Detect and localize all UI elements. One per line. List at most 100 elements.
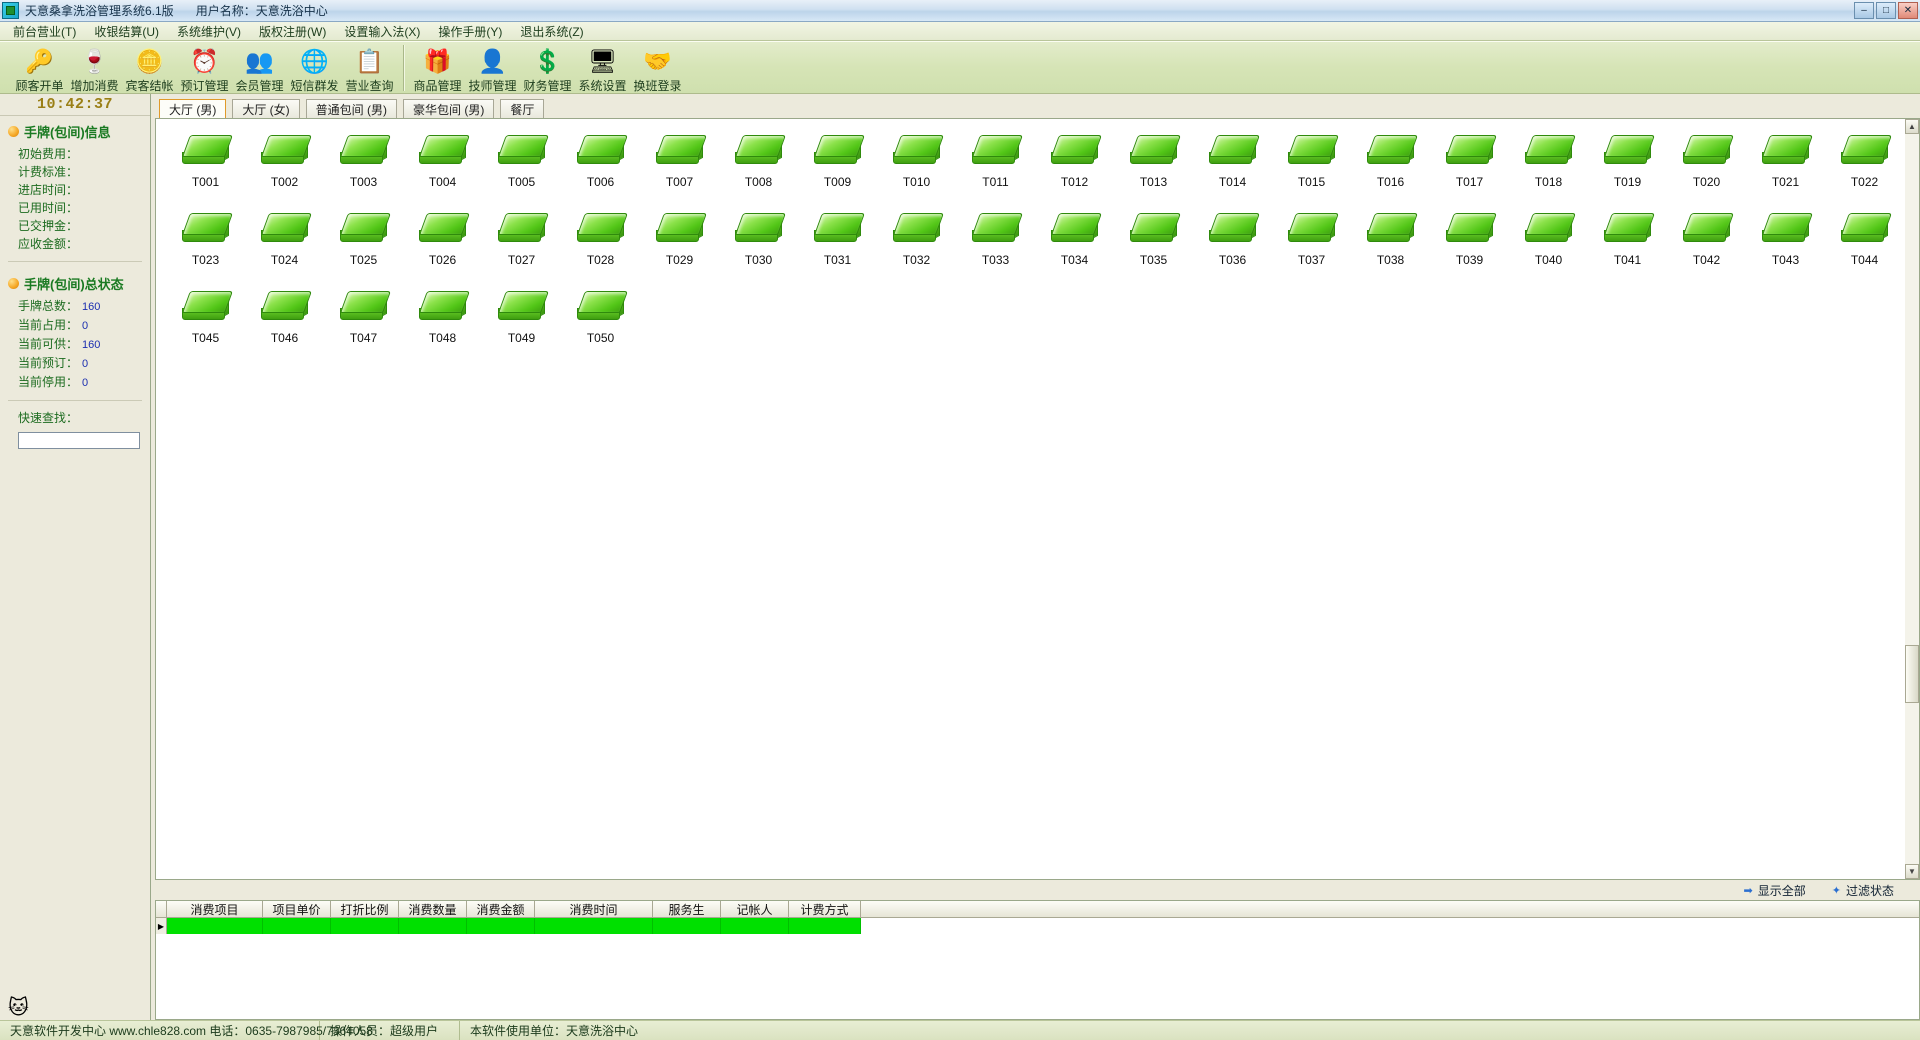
toolbar-button-宾客结帐[interactable]: 🪙宾客结帐 (122, 44, 177, 94)
table-cell[interactable] (789, 918, 861, 934)
room-card[interactable]: T008 (719, 131, 798, 209)
room-card[interactable]: T028 (561, 209, 640, 287)
room-card[interactable]: T022 (1825, 131, 1904, 209)
toolbar-button-换班登录[interactable]: 🤝换班登录 (630, 44, 685, 94)
table-cell[interactable] (399, 918, 467, 934)
room-card[interactable]: T002 (245, 131, 324, 209)
column-header[interactable]: 服务生 (653, 901, 721, 917)
room-card[interactable]: T042 (1667, 209, 1746, 287)
room-card[interactable]: T029 (640, 209, 719, 287)
room-card[interactable]: T025 (324, 209, 403, 287)
room-card[interactable]: T011 (956, 131, 1035, 209)
toolbar-button-商品管理[interactable]: 🎁商品管理 (410, 44, 465, 94)
room-card[interactable]: T045 (166, 287, 245, 365)
table-cell[interactable] (721, 918, 789, 934)
toolbar-button-预订管理[interactable]: ⏰预订管理 (177, 44, 232, 94)
room-card[interactable]: T040 (1509, 209, 1588, 287)
room-card[interactable]: T007 (640, 131, 719, 209)
toolbar-button-技师管理[interactable]: 👤技师管理 (465, 44, 520, 94)
menu-input-method[interactable]: 设置输入法(X) (335, 22, 429, 41)
room-card[interactable]: T012 (1035, 131, 1114, 209)
room-card[interactable]: T015 (1272, 131, 1351, 209)
column-header[interactable]: 消费数量 (399, 901, 467, 917)
room-card[interactable]: T018 (1509, 131, 1588, 209)
tab-0[interactable]: 大厅 (男) (159, 99, 226, 118)
room-card[interactable]: T036 (1193, 209, 1272, 287)
table-cell[interactable] (467, 918, 535, 934)
toolbar-button-增加消费[interactable]: 🍷增加消费 (67, 44, 122, 94)
scroll-up-button[interactable]: ▲ (1905, 119, 1919, 134)
room-card[interactable]: T049 (482, 287, 561, 365)
room-card[interactable]: T004 (403, 131, 482, 209)
room-card[interactable]: T010 (877, 131, 956, 209)
column-header[interactable]: 计费方式 (789, 901, 861, 917)
room-card[interactable]: T031 (798, 209, 877, 287)
toolbar-button-短信群发[interactable]: 🌐短信群发 (287, 44, 342, 94)
room-card[interactable]: T019 (1588, 131, 1667, 209)
minimize-button[interactable]: – (1854, 2, 1874, 19)
quick-search-input[interactable] (19, 435, 139, 450)
menu-registration[interactable]: 版权注册(W) (250, 22, 335, 41)
column-header[interactable]: 消费金额 (467, 901, 535, 917)
quick-search-box[interactable] (18, 432, 140, 449)
tab-1[interactable]: 大厅 (女) (232, 99, 299, 118)
room-card[interactable]: T003 (324, 131, 403, 209)
scroll-down-button[interactable]: ▼ (1905, 864, 1919, 879)
tab-3[interactable]: 豪华包间 (男) (403, 99, 494, 118)
toolbar-button-会员管理[interactable]: 👥会员管理 (232, 44, 287, 94)
room-card[interactable]: T001 (166, 131, 245, 209)
room-card[interactable]: T017 (1430, 131, 1509, 209)
room-card[interactable]: T026 (403, 209, 482, 287)
menu-maintenance[interactable]: 系统维护(V) (168, 22, 250, 41)
toolbar-button-系统设置[interactable]: 🖥系统设置 (575, 44, 630, 94)
room-card[interactable]: T030 (719, 209, 798, 287)
room-vertical-scrollbar[interactable]: ▲ ▼ (1905, 118, 1920, 880)
room-card[interactable]: T050 (561, 287, 640, 365)
room-card[interactable]: T037 (1272, 209, 1351, 287)
room-card[interactable]: T041 (1588, 209, 1667, 287)
menu-front-desk[interactable]: 前台营业(T) (4, 22, 85, 41)
table-cell[interactable] (167, 918, 263, 934)
room-card[interactable]: T032 (877, 209, 956, 287)
table-cell[interactable] (535, 918, 653, 934)
room-card[interactable]: T039 (1430, 209, 1509, 287)
show-all-button[interactable]: ➡ 显示全部 (1744, 882, 1806, 899)
column-header[interactable]: 消费时间 (535, 901, 653, 917)
menu-exit[interactable]: 退出系统(Z) (511, 22, 592, 41)
column-header[interactable]: 项目单价 (263, 901, 331, 917)
room-card[interactable]: T005 (482, 131, 561, 209)
room-card[interactable]: T023 (166, 209, 245, 287)
table-cell[interactable] (653, 918, 721, 934)
room-card[interactable]: T038 (1351, 209, 1430, 287)
toolbar-button-顾客开单[interactable]: 🔑顾客开单 (12, 44, 67, 94)
room-card[interactable]: T046 (245, 287, 324, 365)
table-row[interactable]: ▶ (156, 918, 1919, 934)
room-card[interactable]: T009 (798, 131, 877, 209)
scroll-thumb[interactable] (1905, 645, 1919, 703)
room-card[interactable]: T047 (324, 287, 403, 365)
filter-status-button[interactable]: ✦ 过滤状态 (1832, 882, 1894, 899)
room-card[interactable]: T013 (1114, 131, 1193, 209)
column-header[interactable]: 打折比例 (331, 901, 399, 917)
room-card[interactable]: T044 (1825, 209, 1904, 287)
room-card[interactable]: T034 (1035, 209, 1114, 287)
toolbar-button-营业查询[interactable]: 📋营业查询 (342, 44, 397, 94)
room-card[interactable]: T024 (245, 209, 324, 287)
room-card[interactable]: T027 (482, 209, 561, 287)
scroll-track[interactable] (1905, 134, 1919, 864)
room-card[interactable]: T006 (561, 131, 640, 209)
column-header[interactable]: 消费项目 (167, 901, 263, 917)
tab-4[interactable]: 餐厅 (500, 99, 544, 118)
maximize-button[interactable]: □ (1876, 2, 1896, 19)
room-card[interactable]: T016 (1351, 131, 1430, 209)
room-card[interactable]: T048 (403, 287, 482, 365)
close-button[interactable]: ✕ (1898, 2, 1918, 19)
room-card[interactable]: T020 (1667, 131, 1746, 209)
room-card[interactable]: T021 (1746, 131, 1825, 209)
menu-manual[interactable]: 操作手册(Y) (429, 22, 511, 41)
table-cell[interactable] (263, 918, 331, 934)
column-header[interactable]: 记帐人 (721, 901, 789, 917)
room-card[interactable]: T014 (1193, 131, 1272, 209)
table-cell[interactable] (331, 918, 399, 934)
menu-cashier[interactable]: 收银结算(U) (85, 22, 168, 41)
